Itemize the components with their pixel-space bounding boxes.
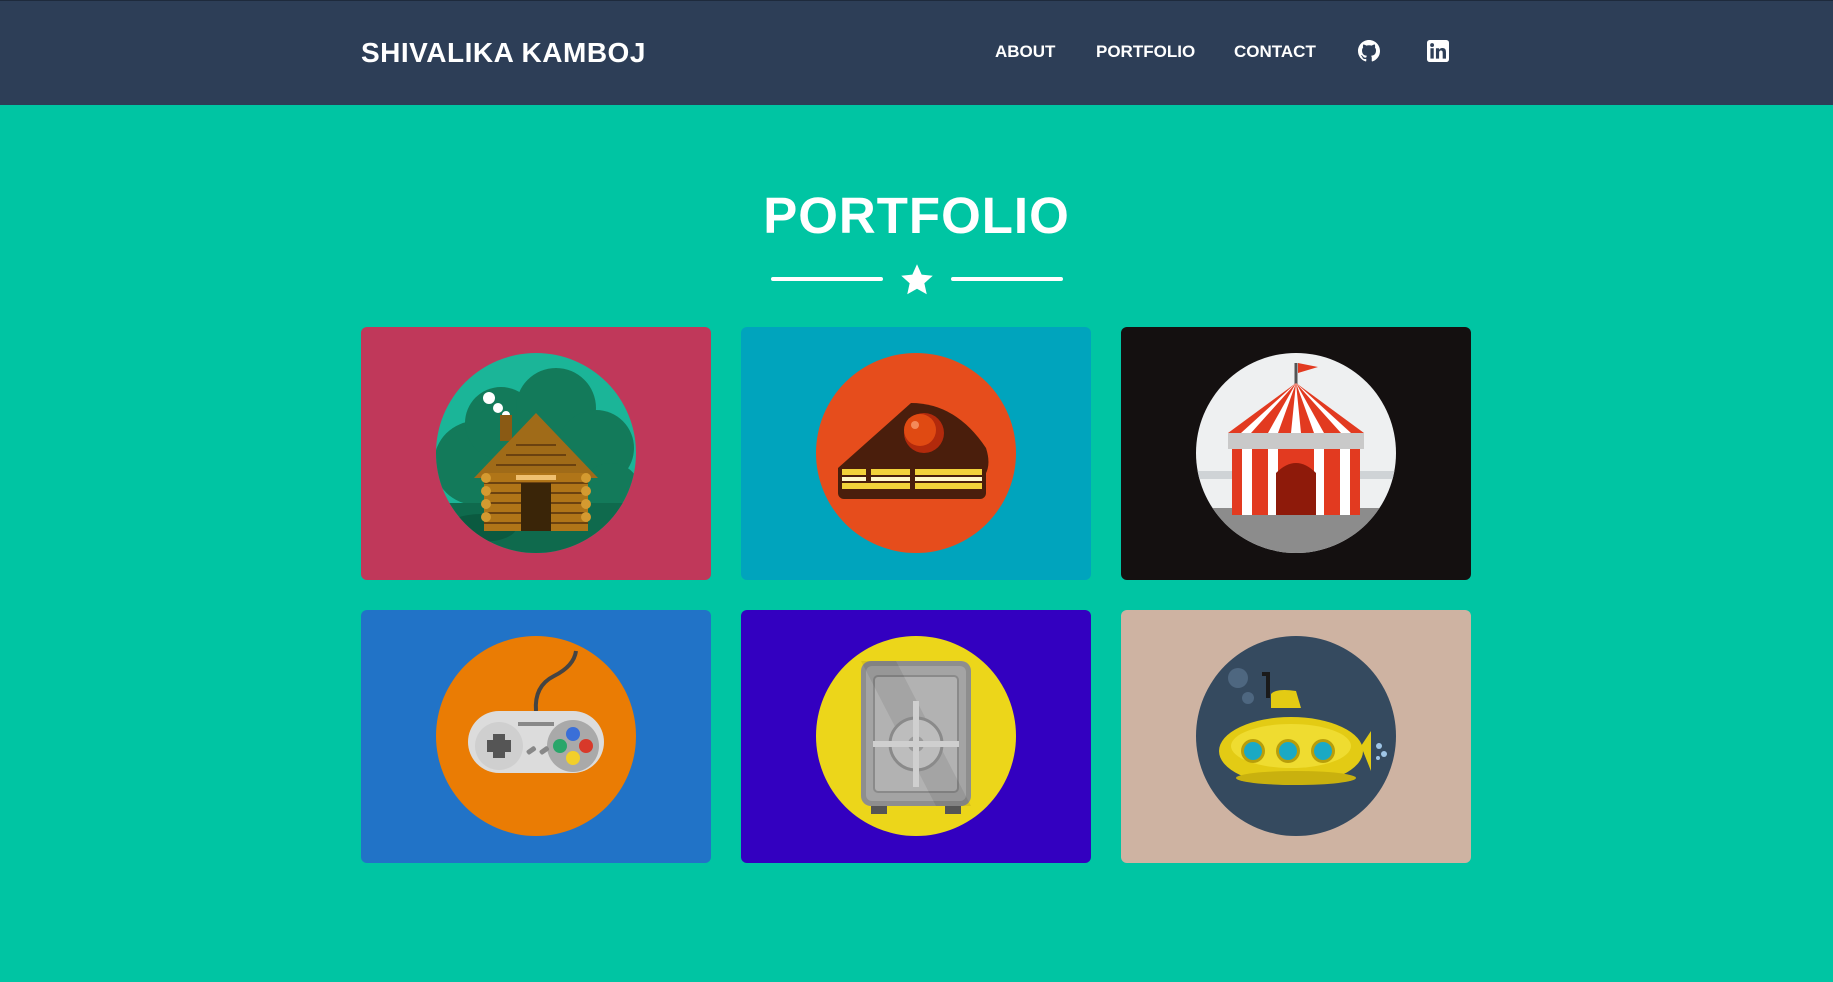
star-icon [901, 264, 933, 295]
nav-portfolio[interactable]: PORTFOLIO [1096, 42, 1195, 62]
nav-about[interactable]: ABOUT [995, 42, 1055, 62]
navbar: SHIVALIKA KAMBOJ ABOUT PORTFOLIO CONTACT [0, 0, 1833, 105]
portfolio-item-submarine[interactable] [1121, 610, 1471, 863]
submarine-icon [1196, 636, 1396, 836]
github-icon[interactable] [1358, 40, 1380, 62]
linkedin-icon[interactable] [1427, 40, 1449, 62]
divider-line-right [951, 277, 1063, 281]
portfolio-item-game-controller[interactable] [361, 610, 711, 863]
cake-icon [816, 353, 1016, 553]
portfolio-item-cabin[interactable] [361, 327, 711, 580]
portfolio-item-safe[interactable] [741, 610, 1091, 863]
cabin-icon [436, 353, 636, 553]
portfolio-item-cake[interactable] [741, 327, 1091, 580]
circus-tent-icon [1196, 353, 1396, 553]
safe-icon [816, 636, 1016, 836]
brand-link[interactable]: SHIVALIKA KAMBOJ [361, 37, 646, 69]
divider-line-left [771, 277, 883, 281]
portfolio-item-circus-tent[interactable] [1121, 327, 1471, 580]
game-controller-icon [436, 636, 636, 836]
nav-contact[interactable]: CONTACT [1234, 42, 1316, 62]
page-title: PORTFOLIO [763, 187, 1070, 244]
